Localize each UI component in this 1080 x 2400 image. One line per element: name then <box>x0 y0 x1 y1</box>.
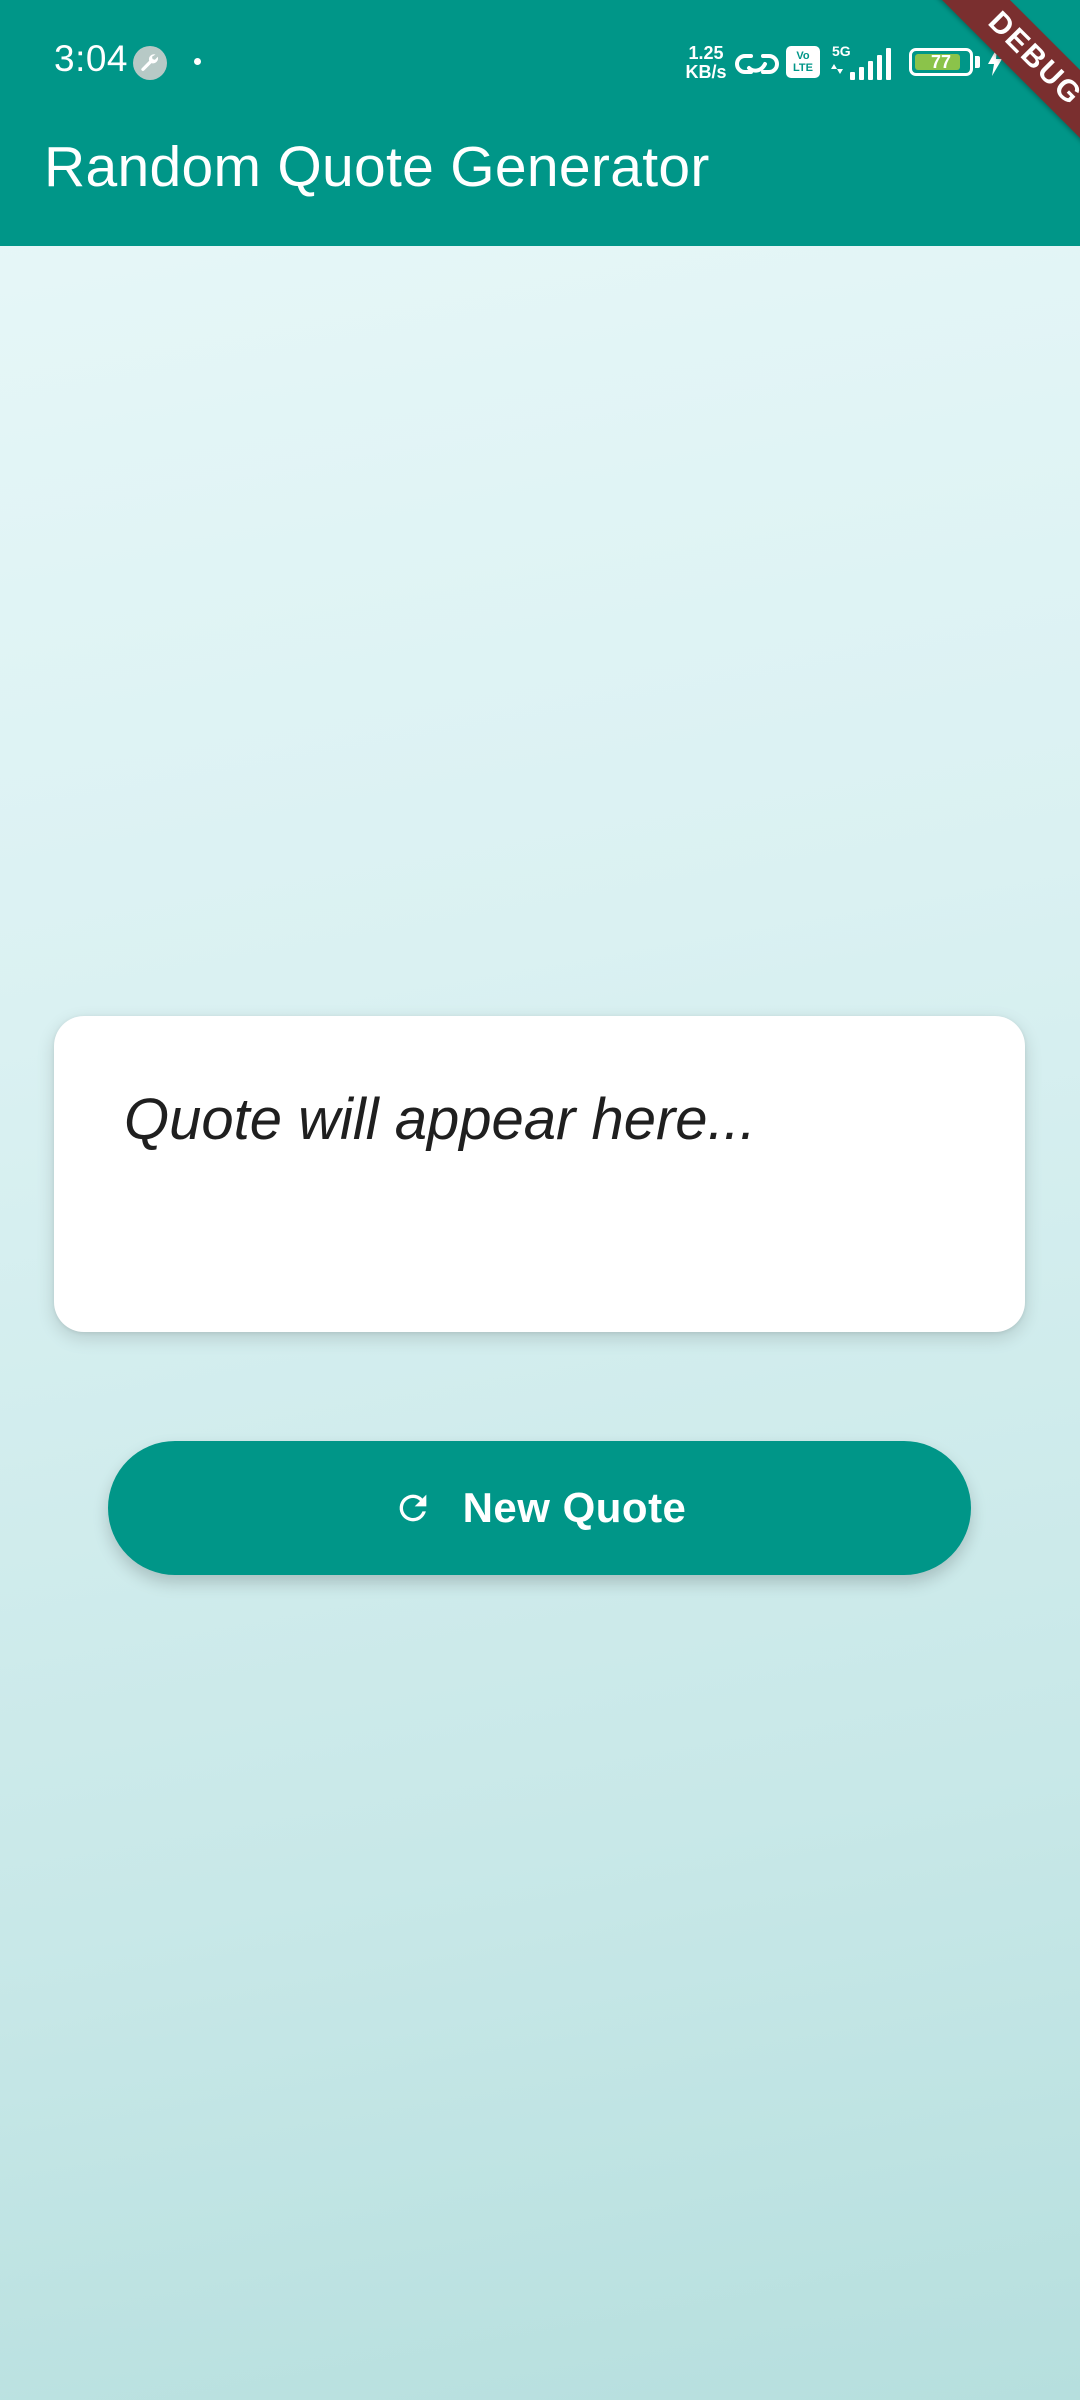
link-icon <box>735 54 779 74</box>
battery-level: 77 <box>930 52 952 72</box>
new-quote-button[interactable]: New Quote <box>108 1441 971 1575</box>
app-screen: 3:04 1.25 KB/s Vo LTE 5G 77 Random Quote… <box>0 0 1080 2400</box>
net-speed-value: 1.25 <box>688 43 724 63</box>
network-type: 5G <box>832 43 851 59</box>
net-speed: 1.25 KB/s <box>684 44 728 82</box>
signal-icon: 5G <box>831 43 891 80</box>
volte-bottom: LTE <box>793 62 813 74</box>
app-header: 3:04 1.25 KB/s Vo LTE 5G 77 Random Quote… <box>0 0 1080 246</box>
net-speed-unit: KB/s <box>685 62 727 82</box>
volte-icon: Vo LTE <box>786 46 820 78</box>
wrench-icon <box>133 46 167 80</box>
status-bar: 3:04 1.25 KB/s Vo LTE 5G 77 <box>0 0 1080 125</box>
quote-text: Quote will appear here... <box>124 1087 756 1152</box>
new-quote-button-label: New Quote <box>462 1484 687 1531</box>
battery-icon: 77 <box>909 48 973 76</box>
app-bar-title: Random Quote Generator <box>44 135 710 199</box>
quote-card: Quote will appear here... <box>54 1016 1025 1332</box>
dot-icon <box>194 58 201 65</box>
battery-nub <box>975 56 980 68</box>
refresh-icon <box>399 1494 426 1522</box>
status-time: 3:04 <box>54 38 129 79</box>
volte-top: Vo <box>796 50 810 62</box>
